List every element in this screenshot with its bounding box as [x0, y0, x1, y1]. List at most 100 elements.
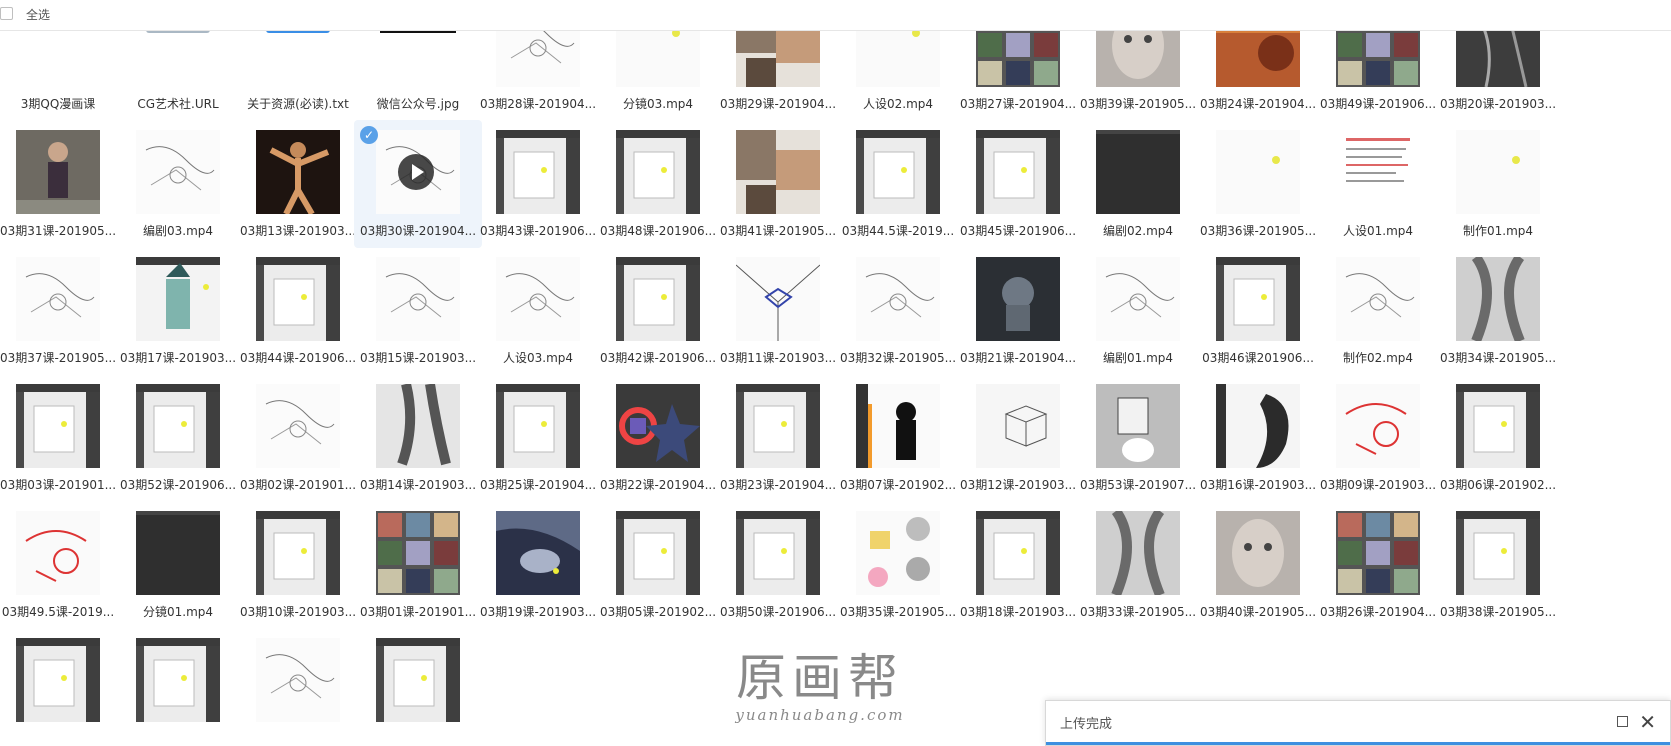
file-name: 03期42课-201906...: [599, 351, 717, 365]
file-thumbnail: [736, 384, 820, 468]
file-item[interactable]: 03期48课-201906...: [594, 120, 722, 248]
file-name: 03期03课-201901...: [0, 478, 117, 492]
file-item[interactable]: 03期41课-201905...: [714, 120, 842, 248]
file-item[interactable]: 03期34课-201905...: [1434, 247, 1562, 375]
file-name: 03期16课-201903...: [1199, 478, 1317, 492]
file-thumbnail: [496, 384, 580, 468]
file-item[interactable]: 03期53课-201907...: [1074, 374, 1202, 502]
upload-status-panel: 上传完成 ✕: [1045, 700, 1671, 746]
file-item[interactable]: 03期33课-201905...: [1074, 501, 1202, 629]
file-item[interactable]: 03期23课-201904...: [714, 374, 842, 502]
upload-progress-bar: [1046, 742, 1670, 745]
select-all-checkbox[interactable]: [0, 7, 13, 20]
close-icon[interactable]: ✕: [1639, 708, 1656, 736]
file-thumbnail: [496, 257, 580, 341]
file-item[interactable]: 编剧03.mp4: [114, 120, 242, 248]
file-item[interactable]: 03期50课-201906...: [714, 501, 842, 629]
file-name: 03期23课-201904...: [719, 478, 837, 492]
file-thumbnail: [1096, 384, 1180, 468]
play-icon[interactable]: [398, 154, 434, 190]
file-thumbnail: [1096, 257, 1180, 341]
file-item[interactable]: ✓ 03期30课-201904...: [354, 120, 482, 248]
file-item[interactable]: 03期32课-201905...: [834, 247, 962, 375]
file-item[interactable]: [0, 628, 122, 746]
file-thumbnail: [496, 130, 580, 214]
file-item[interactable]: 03期35课-201905...: [834, 501, 962, 629]
file-item[interactable]: 03期26课-201904...: [1314, 501, 1442, 629]
file-item[interactable]: 人设03.mp4: [474, 247, 602, 375]
file-item[interactable]: 03期36课-201905...: [1194, 120, 1322, 248]
select-all-label[interactable]: 全选: [26, 6, 50, 23]
file-item[interactable]: 03期12课-201903...: [954, 374, 1082, 502]
file-item[interactable]: 制作01.mp4: [1434, 120, 1562, 248]
file-item[interactable]: 03期03课-201901...: [0, 374, 122, 502]
file-name: 03期05课-201902...: [599, 605, 717, 619]
file-item[interactable]: 03期19课-201903...: [474, 501, 602, 629]
toolbar: 全选: [0, 0, 1671, 31]
file-item[interactable]: 03期06课-201902...: [1434, 374, 1562, 502]
file-item[interactable]: 03期21课-201904...: [954, 247, 1082, 375]
file-item[interactable]: 03期40课-201905...: [1194, 501, 1322, 629]
file-thumbnail: [136, 130, 220, 214]
file-name: 编剧01.mp4: [1102, 351, 1174, 365]
file-item[interactable]: [114, 628, 242, 746]
file-item[interactable]: 分镜01.mp4: [114, 501, 242, 629]
file-item[interactable]: 03期09课-201903...: [1314, 374, 1442, 502]
file-thumbnail: [256, 638, 340, 722]
file-item[interactable]: 编剧01.mp4: [1074, 247, 1202, 375]
file-name: 03期50课-201906...: [719, 605, 837, 619]
file-item[interactable]: 03期46课201906...: [1194, 247, 1322, 375]
file-item[interactable]: 03期25课-201904...: [474, 374, 602, 502]
file-item[interactable]: 03期52课-201906...: [114, 374, 242, 502]
file-thumbnail: [16, 511, 100, 595]
file-item[interactable]: 03期05课-201902...: [594, 501, 722, 629]
file-name: 3期QQ漫画课: [20, 97, 96, 111]
file-item[interactable]: [354, 628, 482, 746]
file-name: 03期52课-201906...: [119, 478, 237, 492]
file-item[interactable]: 03期44课-201906...: [234, 247, 362, 375]
file-name: 03期18课-201903...: [959, 605, 1077, 619]
file-item[interactable]: 制作02.mp4: [1314, 247, 1442, 375]
file-name: 03期20课-201903...: [1439, 97, 1557, 111]
file-item[interactable]: 03期13课-201903...: [234, 120, 362, 248]
file-item[interactable]: 03期43课-201906...: [474, 120, 602, 248]
file-item[interactable]: 03期10课-201903...: [234, 501, 362, 629]
file-thumbnail: [376, 638, 460, 722]
file-thumbnail: [1456, 130, 1540, 214]
file-thumbnail: [136, 511, 220, 595]
file-item[interactable]: 03期07课-201902...: [834, 374, 962, 502]
file-item[interactable]: 03期31课-201905...: [0, 120, 122, 248]
file-name: 人设01.mp4: [1342, 224, 1414, 238]
file-item[interactable]: 03期49.5课-2019...: [0, 501, 122, 629]
file-item[interactable]: 03期11课-201903...: [714, 247, 842, 375]
file-item[interactable]: 编剧02.mp4: [1074, 120, 1202, 248]
file-item[interactable]: 03期01课-201901...: [354, 501, 482, 629]
file-item[interactable]: 03期22课-201904...: [594, 374, 722, 502]
check-icon[interactable]: ✓: [360, 126, 378, 144]
file-name: 编剧03.mp4: [142, 224, 214, 238]
file-name: 03期27课-201904...: [959, 97, 1077, 111]
file-item[interactable]: 03期15课-201903...: [354, 247, 482, 375]
file-name: 03期33课-201905...: [1079, 605, 1197, 619]
file-item[interactable]: 03期45课-201906...: [954, 120, 1082, 248]
file-name: 03期26课-201904...: [1319, 605, 1437, 619]
file-item[interactable]: 03期37课-201905...: [0, 247, 122, 375]
file-thumbnail: [616, 257, 700, 341]
file-name: 人设03.mp4: [502, 351, 574, 365]
file-name: 03期34课-201905...: [1439, 351, 1557, 365]
file-item[interactable]: [234, 628, 362, 746]
file-item[interactable]: 03期38课-201905...: [1434, 501, 1562, 629]
file-item[interactable]: 03期17课-201903...: [114, 247, 242, 375]
file-item[interactable]: 03期44.5课-2019...: [834, 120, 962, 248]
file-item[interactable]: 人设01.mp4: [1314, 120, 1442, 248]
file-item[interactable]: 03期14课-201903...: [354, 374, 482, 502]
file-thumbnail: [616, 384, 700, 468]
file-thumbnail: [136, 257, 220, 341]
file-name: 03期11课-201903...: [719, 351, 837, 365]
file-item[interactable]: 03期42课-201906...: [594, 247, 722, 375]
file-name: 03期13课-201903...: [239, 224, 357, 238]
file-item[interactable]: 03期18课-201903...: [954, 501, 1082, 629]
file-item[interactable]: 03期16课-201903...: [1194, 374, 1322, 502]
file-item[interactable]: 03期02课-201901...: [234, 374, 362, 502]
maximize-icon[interactable]: [1617, 716, 1628, 727]
